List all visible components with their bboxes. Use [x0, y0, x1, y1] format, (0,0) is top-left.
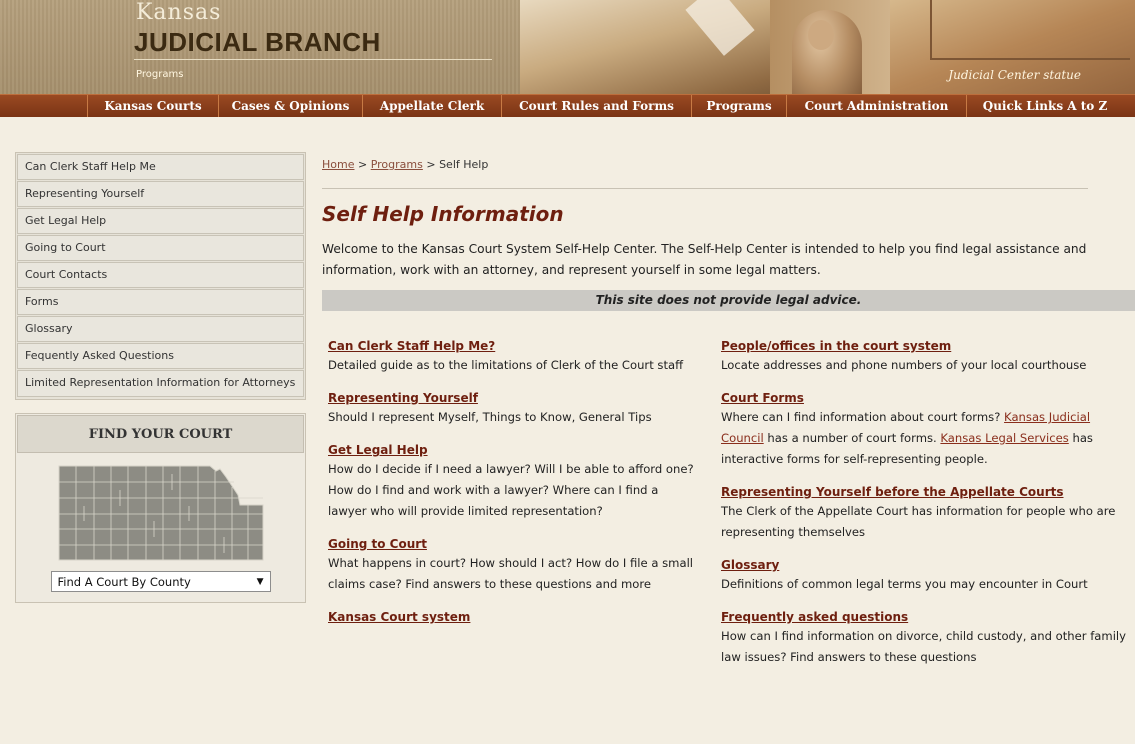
- link-columns: Can Clerk Staff Help Me? Detailed guide …: [322, 335, 1135, 735]
- sidebar-item-representing-yourself[interactable]: Representing Yourself: [17, 181, 304, 207]
- nav-cases-opinions[interactable]: Cases & Opinions: [218, 95, 362, 117]
- breadcrumb: Home > Programs > Self Help: [322, 152, 1135, 178]
- sidebar: Can Clerk Staff Help Me Representing You…: [15, 152, 306, 603]
- entry-description: Where can I find information about court…: [721, 407, 1135, 470]
- entry-description: Locate addresses and phone numbers of yo…: [721, 358, 1087, 372]
- list-item: Representing Yourself before the Appella…: [721, 481, 1135, 543]
- entry-text: has a number of court forms.: [763, 431, 941, 445]
- sidebar-menu: Can Clerk Staff Help Me Representing You…: [15, 152, 306, 400]
- sidebar-item-limited-representation[interactable]: Limited Representation Information for A…: [17, 370, 304, 397]
- link-kansas-legal-services[interactable]: Kansas Legal Services: [940, 431, 1068, 445]
- site-header: Kansas JUDICIAL BRANCH Programs Judicial…: [0, 0, 1135, 94]
- breadcrumb-separator: >: [426, 158, 436, 171]
- breadcrumb-separator: >: [357, 158, 368, 171]
- nav-quick-links[interactable]: Quick Links A to Z: [966, 95, 1123, 117]
- list-item: Representing Yourself Should I represent…: [328, 387, 698, 428]
- link-get-legal-help[interactable]: Get Legal Help: [328, 442, 428, 459]
- entry-description: What happens in court? How should I act?…: [328, 556, 694, 591]
- link-kansas-court-system[interactable]: Kansas Court system: [328, 609, 470, 626]
- breadcrumb-programs[interactable]: Programs: [371, 158, 423, 171]
- nav-spacer: [0, 95, 87, 117]
- county-select[interactable]: Find A Court By County ▼: [50, 571, 271, 592]
- page-title: Self Help Information: [322, 202, 564, 226]
- sidebar-item-going-to-court[interactable]: Going to Court: [17, 235, 304, 261]
- entry-description: How do I decide if I need a lawyer? Will…: [328, 462, 694, 518]
- intro-text: Welcome to the Kansas Court System Self-…: [322, 242, 1087, 277]
- list-item: Frequently asked questions How can I fin…: [721, 606, 1135, 668]
- header-divider: [134, 59, 492, 60]
- list-item: Court Forms Where can I find information…: [721, 387, 1135, 470]
- sidebar-item-legal-help[interactable]: Get Legal Help: [17, 208, 304, 234]
- photo-caption: Judicial Center statue: [948, 68, 1081, 82]
- list-item: Glossary Definitions of common legal ter…: [721, 554, 1135, 595]
- sidebar-item-clerk-staff[interactable]: Can Clerk Staff Help Me: [17, 154, 304, 180]
- breadcrumb-home[interactable]: Home: [322, 158, 354, 171]
- sidebar-item-faq[interactable]: Fequently Asked Questions: [17, 343, 304, 369]
- main-nav: Kansas Courts Cases & Opinions Appellate…: [0, 94, 1135, 117]
- breadcrumb-current: Self Help: [439, 158, 489, 171]
- link-can-clerk-staff-help[interactable]: Can Clerk Staff Help Me?: [328, 338, 495, 355]
- nav-kansas-courts[interactable]: Kansas Courts: [87, 95, 218, 117]
- find-court-title: FIND YOUR COURT: [17, 415, 304, 453]
- entry-description: Detailed guide as to the limitations of …: [328, 358, 684, 372]
- link-glossary[interactable]: Glossary: [721, 557, 779, 574]
- nav-court-rules-forms[interactable]: Court Rules and Forms: [501, 95, 691, 117]
- sidebar-item-glossary[interactable]: Glossary: [17, 316, 304, 342]
- list-item: Going to Court What happens in court? Ho…: [328, 533, 698, 595]
- entry-description: How can I find information on divorce, c…: [721, 629, 1126, 664]
- site-name-top[interactable]: Kansas: [136, 2, 221, 24]
- sidebar-item-forms[interactable]: Forms: [17, 289, 304, 315]
- county-select-value: Find A Court By County: [57, 574, 191, 589]
- nav-appellate-clerk[interactable]: Appellate Clerk: [362, 95, 501, 117]
- nav-programs[interactable]: Programs: [691, 95, 786, 117]
- breadcrumb-divider: [322, 188, 1088, 189]
- header-section-label: Programs: [136, 69, 184, 80]
- entry-description: Definitions of common legal terms you ma…: [721, 577, 1088, 591]
- left-column: Can Clerk Staff Help Me? Detailed guide …: [328, 335, 698, 637]
- find-court-panel: FIND YOUR COURT Find A Court By County ▼: [15, 413, 306, 603]
- nav-court-administration[interactable]: Court Administration: [786, 95, 966, 117]
- list-item: Can Clerk Staff Help Me? Detailed guide …: [328, 335, 698, 376]
- legal-notice-banner: This site does not provide legal advice.: [322, 290, 1135, 311]
- link-court-forms[interactable]: Court Forms: [721, 390, 804, 407]
- link-faq[interactable]: Frequently asked questions: [721, 609, 908, 626]
- link-appellate-self-rep[interactable]: Representing Yourself before the Appella…: [721, 484, 1064, 501]
- list-item: People/offices in the court system Locat…: [721, 335, 1135, 376]
- link-going-to-court[interactable]: Going to Court: [328, 536, 427, 553]
- site-name-main[interactable]: JUDICIAL BRANCH: [134, 28, 381, 56]
- link-representing-yourself[interactable]: Representing Yourself: [328, 390, 478, 407]
- sidebar-item-court-contacts[interactable]: Court Contacts: [17, 262, 304, 288]
- list-item: Get Legal Help How do I decide if I need…: [328, 439, 698, 522]
- entry-text: Where can I find information about court…: [721, 410, 1005, 424]
- dropdown-arrow-icon: ▼: [256, 576, 264, 587]
- link-people-offices[interactable]: People/offices in the court system: [721, 338, 951, 355]
- list-item: Kansas Court system: [328, 606, 698, 626]
- entry-description: Should I represent Myself, Things to Kno…: [328, 410, 652, 424]
- entry-description: The Clerk of the Appellate Court has inf…: [721, 504, 1116, 539]
- right-column: People/offices in the court system Locat…: [721, 335, 1135, 679]
- main-content: Home > Programs > Self Help Self Help In…: [322, 152, 1135, 735]
- kansas-county-map[interactable]: [58, 465, 264, 561]
